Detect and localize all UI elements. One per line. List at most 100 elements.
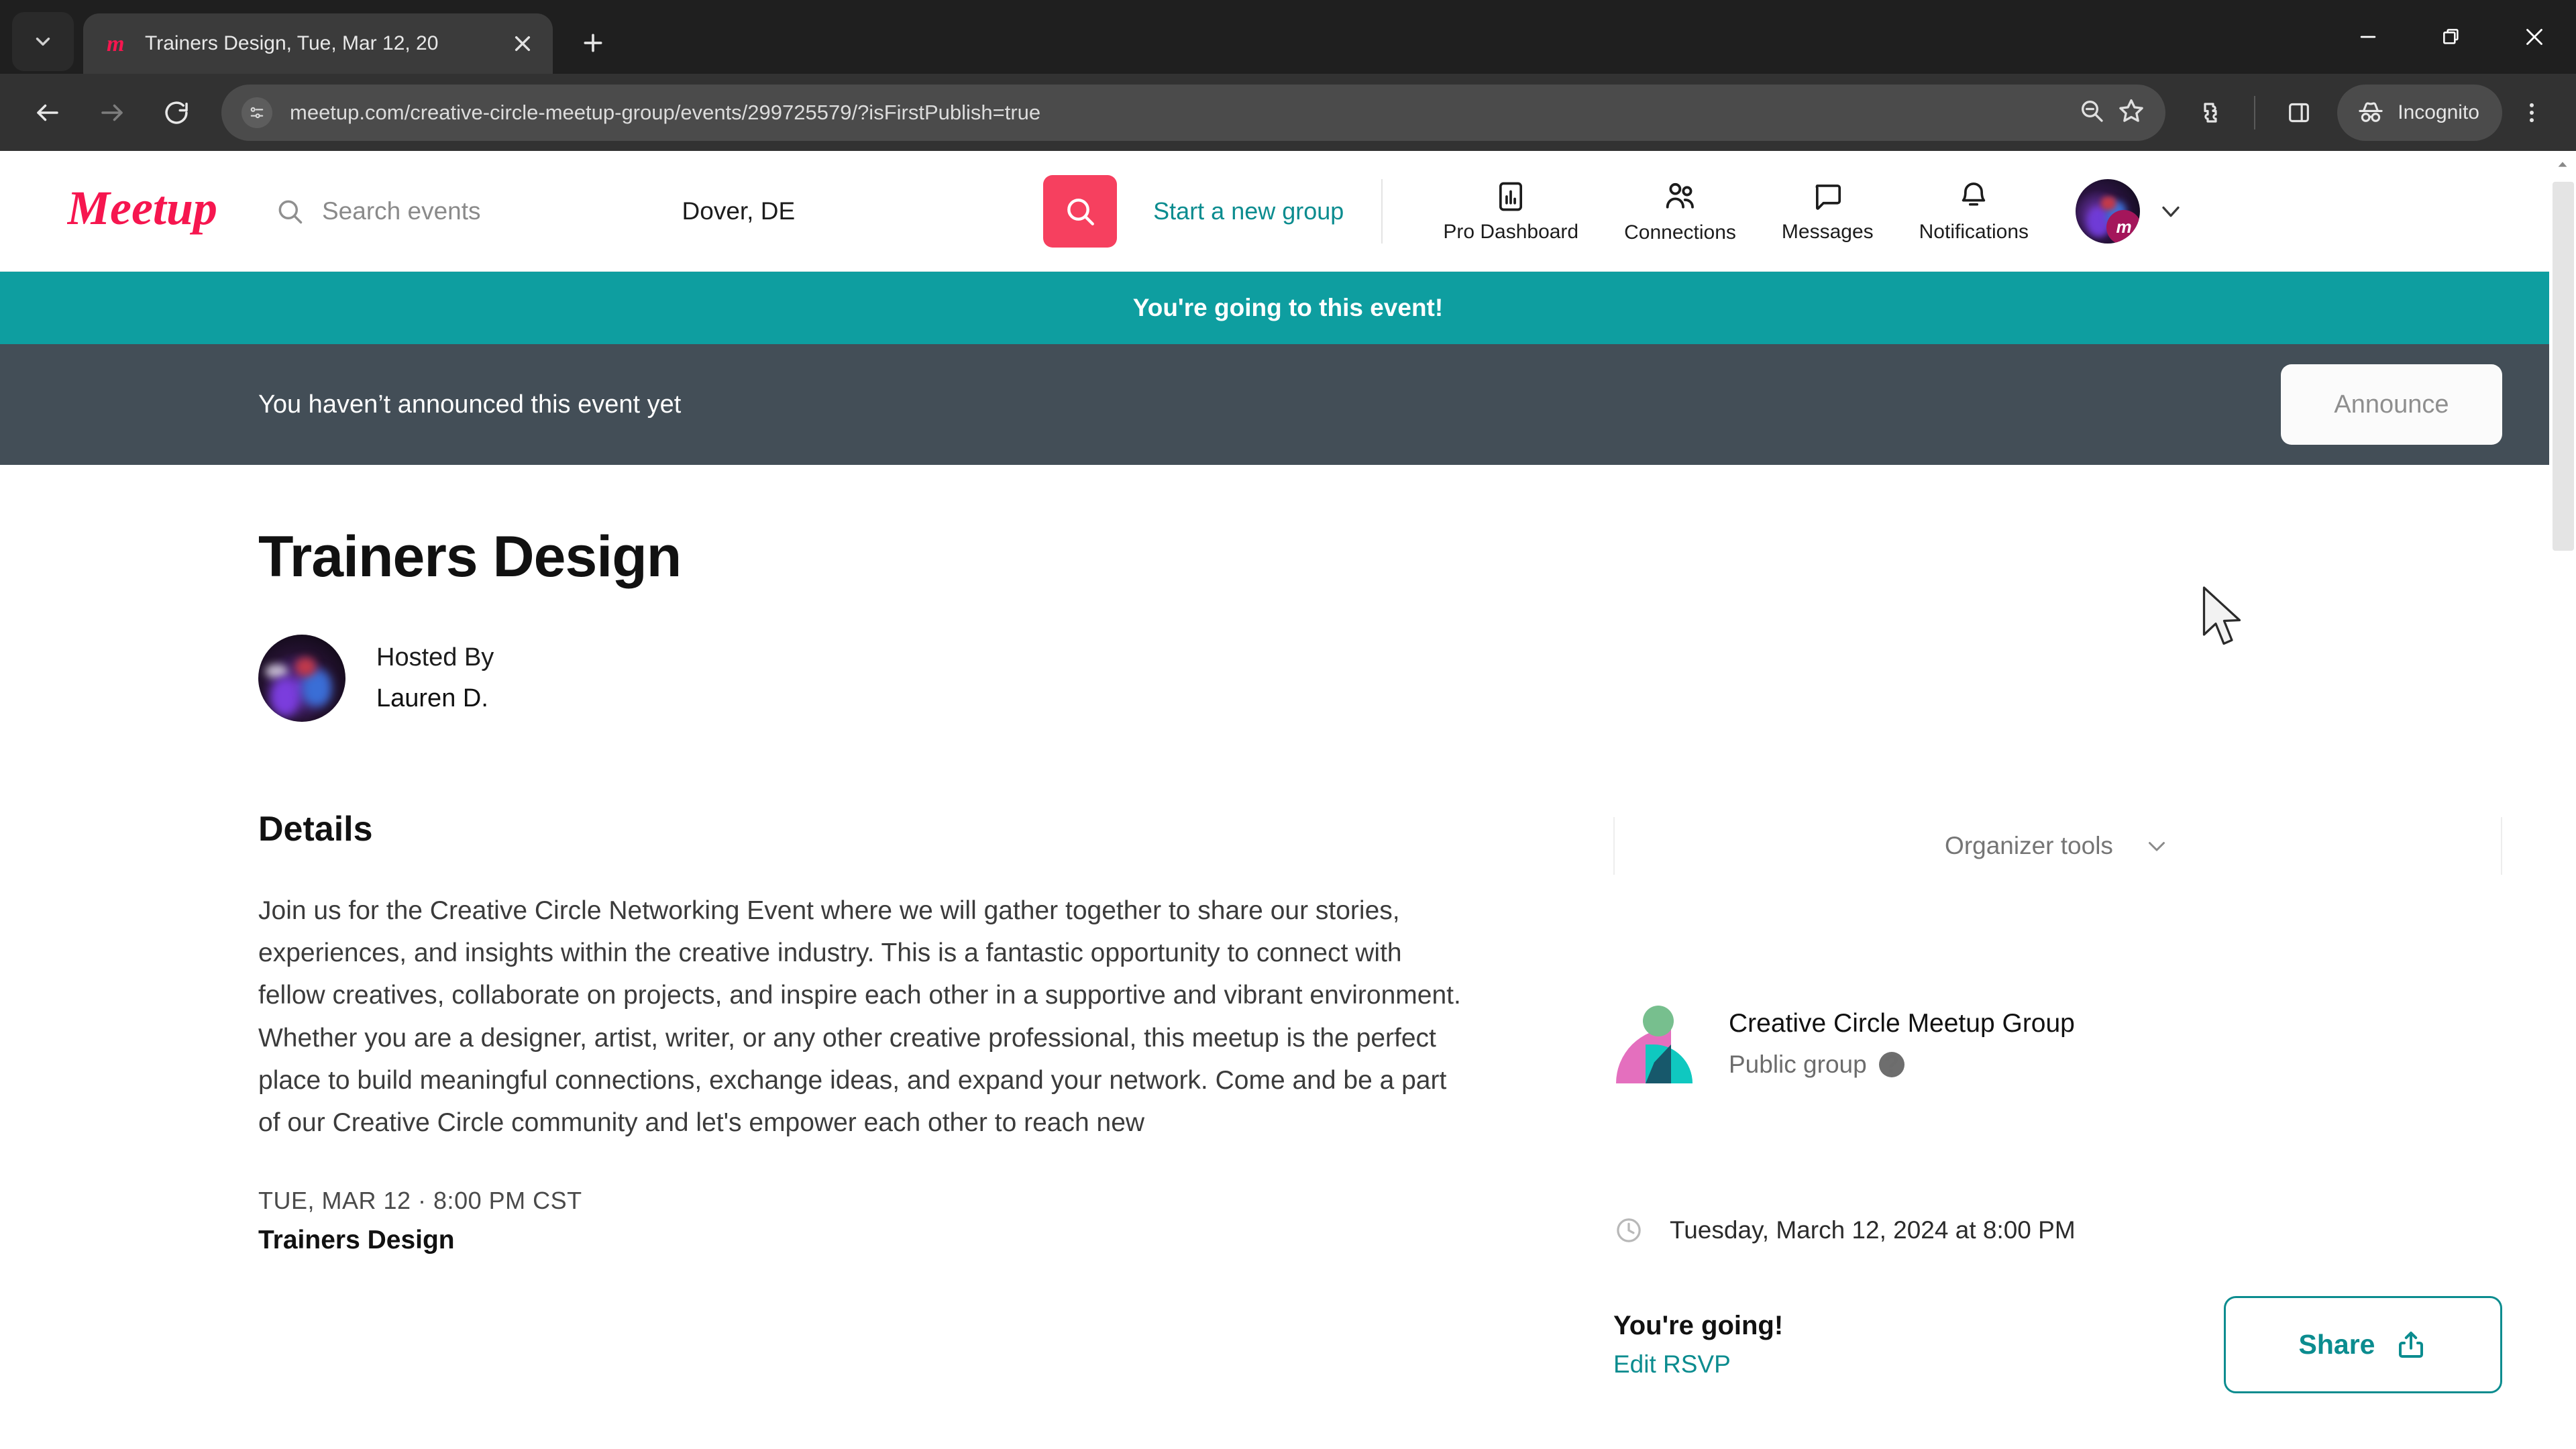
search-events-field[interactable]: Search events (275, 197, 481, 226)
toolbar-right: Incognito (2180, 83, 2559, 143)
scrollbar-thumb[interactable] (2553, 182, 2574, 551)
clock-icon (1617, 1218, 1641, 1242)
details-heading: Details (258, 810, 373, 849)
svg-text:m: m (107, 32, 124, 56)
bell-icon (1962, 182, 1986, 206)
group-logo (1613, 1000, 1701, 1087)
forward-button[interactable] (82, 83, 142, 143)
incognito-label: Incognito (2398, 101, 2479, 123)
arrow-left-icon (37, 104, 58, 121)
people-icon (1666, 182, 1694, 209)
group-name[interactable]: Creative Circle Meetup Group (1729, 1009, 2075, 1038)
meetup-navbar: Meetup Search events Dover, DE Start a n… (0, 151, 2576, 272)
host-name[interactable]: Lauren D. (376, 684, 494, 713)
browser-tab[interactable]: m Trainers Design, Tue, Mar 12, 20 (83, 13, 553, 74)
meetup-favicon-icon: m (103, 30, 131, 58)
event-datetime-title: Trainers Design (258, 1226, 455, 1255)
profile-menu[interactable]: m (2076, 178, 2186, 244)
tab-title: Trainers Design, Tue, Mar 12, 20 (145, 32, 439, 54)
back-button[interactable] (17, 83, 78, 143)
location-input[interactable]: Dover, DE (682, 197, 796, 225)
edit-rsvp-link[interactable]: Edit RSVP (1613, 1350, 1783, 1379)
details-body: Join us for the Creative Circle Networki… (258, 896, 1461, 1137)
nav-item-pro-dashboard[interactable]: Pro Dashboard (1420, 179, 1601, 244)
rsvp-status: You're going! (1613, 1311, 1784, 1340)
start-a-new-group-link[interactable]: Start a new group (1153, 197, 1344, 225)
chrome-menu-button[interactable] (2505, 83, 2559, 143)
browser-window: m Trainers Design, Tue, Mar 12, 20 meetu… (0, 0, 2576, 1449)
chevron-down-icon[interactable] (2156, 197, 2186, 226)
group-meta: Creative Circle Meetup Group Public grou… (1729, 1009, 2075, 1079)
toolbar-divider (2254, 95, 2256, 129)
chart-bar-icon (1499, 182, 1523, 211)
extensions-button[interactable] (2180, 83, 2241, 143)
svg-text:Meetup: Meetup (67, 182, 217, 235)
chat-bubble-icon (1815, 184, 1841, 210)
meetup-badge-icon: m (2106, 209, 2141, 244)
site-info-icon[interactable] (241, 97, 272, 128)
page-title: Trainers Design (258, 525, 682, 589)
maximize-button[interactable] (2410, 0, 2493, 74)
browser-toolbar: meetup.com/creative-circle-meetup-group/… (0, 74, 2576, 151)
announce-button[interactable]: Announce (2281, 364, 2502, 445)
announce-message: You haven’t announced this event yet (258, 390, 682, 419)
arrow-right-icon (101, 104, 123, 121)
rsvp-status-block: You're going! Edit RSVP (1613, 1311, 1783, 1379)
kebab-menu-icon (2529, 103, 2534, 122)
nav-item-messages[interactable]: Messages (1759, 179, 1896, 244)
help-icon[interactable]: ? (1878, 1051, 1904, 1078)
event-datetime-row: Tuesday, March 12, 2024 at 8:00 PM (1613, 1215, 2502, 1246)
content-columns: Details Join us for the Creative Circle … (258, 809, 2576, 1393)
share-button[interactable]: Share (2224, 1296, 2502, 1393)
nav-item-connections[interactable]: Connections (1601, 178, 1759, 244)
announce-button-label: Announce (2334, 390, 2449, 419)
sidebar-column: Organizer tools Creative Circle Meetup G… (1533, 809, 2576, 1393)
scroll-up-arrow[interactable] (2549, 151, 2576, 178)
reload-button[interactable] (146, 83, 207, 143)
avatar[interactable]: m (2076, 178, 2141, 244)
url-text[interactable]: meetup.com/creative-circle-meetup-group/… (290, 101, 2061, 125)
nav-item-label: Pro Dashboard (1443, 220, 1579, 243)
chevron-down-icon (36, 38, 50, 46)
group-card[interactable]: Creative Circle Meetup Group Public grou… (1613, 1000, 2502, 1087)
hosted-by-label: Hosted By (376, 643, 494, 672)
zoom-icon[interactable] (2078, 97, 2105, 127)
tab-strip: m Trainers Design, Tue, Mar 12, 20 (0, 0, 2576, 74)
extensions-puzzle-icon (2204, 102, 2217, 123)
search-submit-button[interactable] (1043, 174, 1118, 248)
incognito-profile-button[interactable]: Incognito (2337, 84, 2502, 141)
host-avatar[interactable] (258, 635, 345, 722)
search-icon (278, 200, 303, 223)
rsvp-row: You're going! Edit RSVP Share (1613, 1296, 2502, 1393)
page-viewport: Meetup Search events Dover, DE Start a n… (0, 151, 2576, 1449)
nav-item-label: Connections (1624, 221, 1736, 244)
nav-item-notifications[interactable]: Notifications (1896, 179, 2051, 244)
close-tab-icon[interactable] (507, 28, 538, 59)
navbar-items: Pro Dashboard Connections Messages Notif… (1420, 178, 2051, 244)
organizer-tools-toggle[interactable]: Organizer tools (1613, 809, 2502, 883)
search-icon (1067, 198, 1095, 225)
rsvp-banner-text: You're going to this event! (1132, 294, 1444, 321)
omnibox-actions (2078, 97, 2145, 128)
share-upload-icon (2399, 1331, 2424, 1358)
bookmark-star-icon[interactable] (2117, 97, 2145, 128)
host-meta: Hosted By Lauren D. (376, 643, 494, 713)
page-scrollbar[interactable] (2549, 151, 2576, 1449)
search-events-placeholder: Search events (322, 197, 481, 225)
minimize-button[interactable] (2326, 0, 2410, 74)
tab-search-button[interactable] (12, 12, 74, 71)
chevron-down-icon (2148, 842, 2165, 851)
share-button-label: Share (2298, 1329, 2375, 1360)
window-controls (2326, 0, 2576, 74)
side-panel-button[interactable] (2269, 83, 2329, 143)
reload-icon (165, 101, 188, 124)
announce-bar: You haven’t announced this event yet Ann… (0, 344, 2576, 465)
rsvp-banner: You're going to this event! (0, 272, 2576, 344)
meetup-logo[interactable]: Meetup (67, 182, 228, 240)
event-datetime-text: Tuesday, March 12, 2024 at 8:00 PM (1670, 1216, 2076, 1244)
navbar-divider (1381, 178, 1383, 244)
close-window-button[interactable] (2493, 0, 2576, 74)
new-tab-button[interactable] (568, 17, 619, 68)
event-content: Trainers Design Hosted By Lauren D. Deta… (0, 524, 2576, 1393)
address-bar[interactable]: meetup.com/creative-circle-meetup-group/… (221, 84, 2166, 141)
